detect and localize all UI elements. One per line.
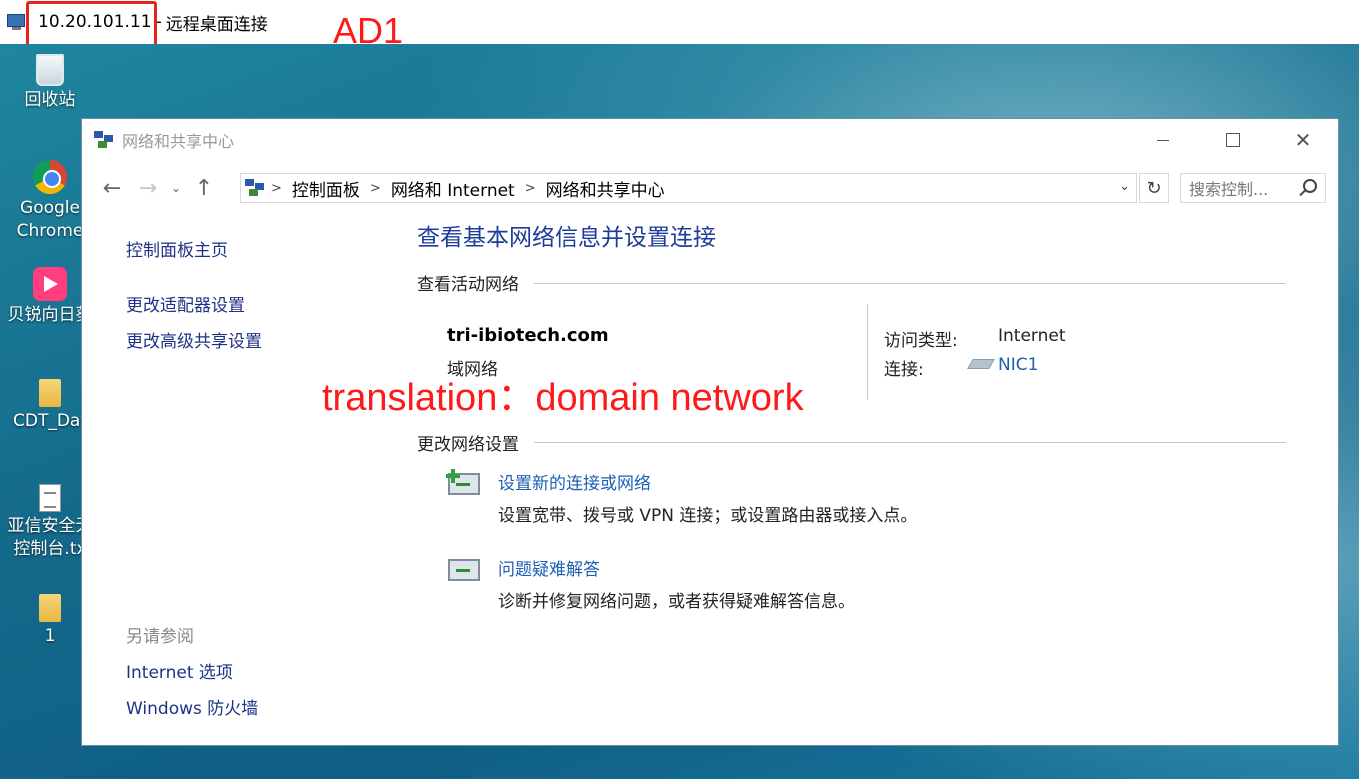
see-also-heading: 另请参阅 <box>126 627 194 647</box>
sidebar-control-panel-home[interactable]: 控制面板主页 <box>126 236 228 261</box>
folder-icon <box>39 594 61 622</box>
minimize-button[interactable] <box>1128 119 1198 161</box>
sidebar-change-advanced-sharing[interactable]: 更改高级共享设置 <box>126 327 262 352</box>
divider <box>534 283 1286 284</box>
text-file-icon <box>39 484 61 512</box>
chrome-icon <box>33 160 67 194</box>
refresh-button[interactable]: ↻ <box>1139 173 1169 203</box>
breadcrumb-separator: > <box>271 180 282 196</box>
navigation-bar: ← → ⌄ ↑ > 控制面板 > 网络和 Internet > 网络和共享中心 … <box>82 169 1338 207</box>
connection-label: 连接: <box>884 360 924 380</box>
close-button[interactable]: ✕ <box>1268 119 1338 161</box>
divider <box>867 304 868 400</box>
new-connection-icon <box>446 469 482 499</box>
network-icon <box>94 131 114 149</box>
maximize-icon <box>1226 133 1240 147</box>
sidebar-windows-firewall[interactable]: Windows 防火墙 <box>126 694 258 719</box>
recent-locations-dropdown[interactable]: ⌄ <box>166 181 186 195</box>
search-input[interactable]: 搜索控制... <box>1180 173 1326 203</box>
folder-icon <box>39 379 61 407</box>
search-icon <box>1303 179 1317 193</box>
remote-desktop-icon <box>6 12 28 32</box>
change-settings-heading: 更改网络设置 <box>417 435 519 455</box>
back-button[interactable]: ← <box>94 176 130 201</box>
access-type-value: Internet <box>998 326 1066 346</box>
recycle-bin-icon <box>36 54 64 86</box>
control-panel-icon <box>245 179 265 197</box>
sunlogin-icon <box>33 267 67 301</box>
rdp-title: 远程桌面连接 <box>165 14 268 35</box>
connection-nic1-link[interactable]: NIC1 <box>998 355 1038 375</box>
breadcrumb-network-sharing-center[interactable]: 网络和共享中心 <box>546 176 665 201</box>
desktop-icon-recycle-bin[interactable]: 回收站 <box>0 54 100 112</box>
breadcrumb-separator: > <box>524 180 536 196</box>
rdp-title-bar: 10.20.101.11 - 远程桌面连接 <box>0 0 1359 44</box>
minimize-icon <box>1157 139 1169 141</box>
network-sharing-center-window: 网络和共享中心 ✕ ← → ⌄ ↑ > 控制面板 > 网络和 Internet … <box>81 118 1339 746</box>
page-title: 查看基本网络信息并设置连接 <box>417 225 716 251</box>
active-networks-heading: 查看活动网络 <box>417 275 519 295</box>
access-type-label: 访问类型: <box>884 331 958 351</box>
breadcrumb-network-internet[interactable]: 网络和 Internet <box>391 176 515 201</box>
setup-new-connection-link[interactable]: 设置新的连接或网络 <box>498 469 651 494</box>
search-placeholder: 搜索控制... <box>1189 180 1269 199</box>
ethernet-icon <box>967 359 995 369</box>
troubleshoot-desc: 诊断并修复网络问题，或者获得疑难解答信息。 <box>498 592 855 612</box>
breadcrumb-control-panel[interactable]: 控制面板 <box>292 176 360 201</box>
maximize-button[interactable] <box>1198 119 1268 161</box>
troubleshoot-link[interactable]: 问题疑难解答 <box>498 555 600 580</box>
network-name: tri-ibiotech.com <box>447 325 609 346</box>
desktop-icon-label: 回收站 <box>24 90 76 110</box>
troubleshoot-icon <box>446 555 482 585</box>
window-title: 网络和共享中心 <box>122 132 235 151</box>
window-title-bar: 网络和共享中心 ✕ <box>82 119 1338 161</box>
sidebar-internet-options[interactable]: Internet 选项 <box>126 658 233 683</box>
address-bar[interactable]: > 控制面板 > 网络和 Internet > 网络和共享中心 ⌄ <box>240 173 1137 203</box>
breadcrumb-separator: > <box>369 180 381 196</box>
highlight-box <box>26 1 157 47</box>
divider <box>534 442 1286 443</box>
setup-new-connection-desc: 设置宽带、拨号或 VPN 连接；或设置路由器或接入点。 <box>498 506 918 526</box>
close-icon: ✕ <box>1294 128 1312 152</box>
sidebar-change-adapter-settings[interactable]: 更改适配器设置 <box>126 291 245 316</box>
up-button[interactable]: ↑ <box>186 176 222 201</box>
forward-button[interactable]: → <box>130 176 166 201</box>
annotation-translation: translation：domain network <box>322 377 804 419</box>
chevron-down-icon[interactable]: ⌄ <box>1119 179 1130 194</box>
